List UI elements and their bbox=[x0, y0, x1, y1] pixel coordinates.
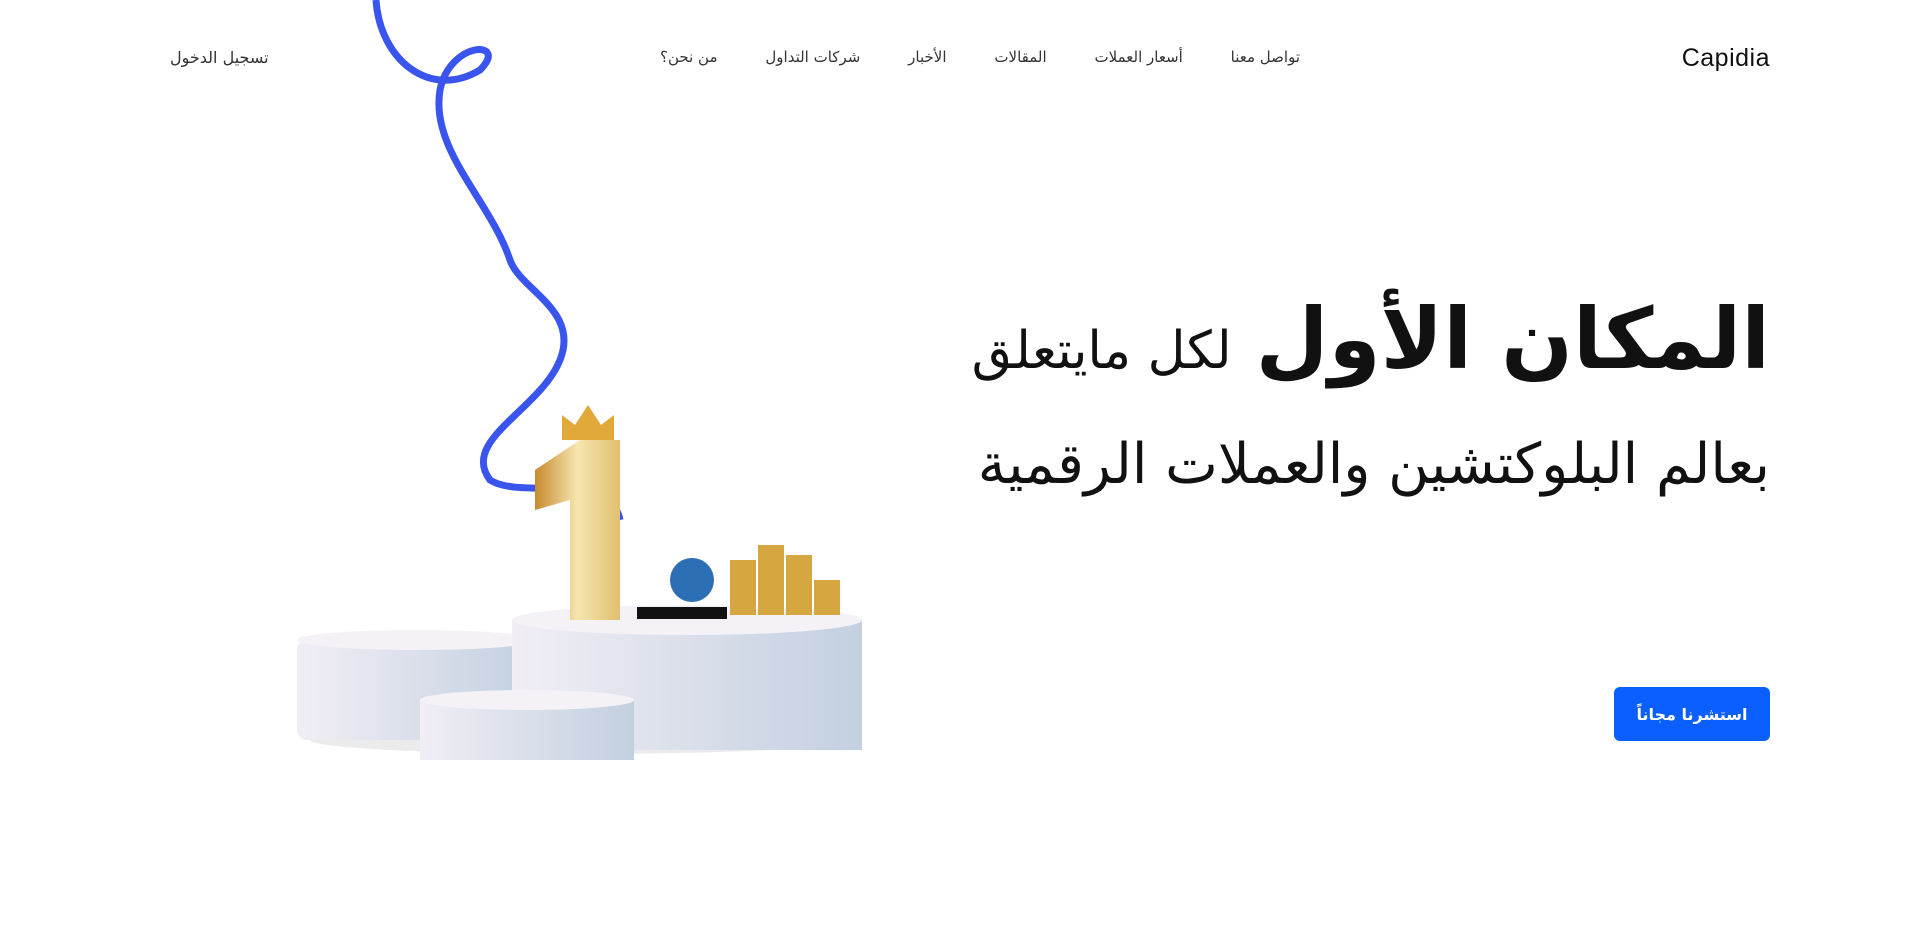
free-consultation-button[interactable]: استشرنا مجاناً bbox=[1614, 687, 1770, 741]
logo[interactable]: Capidia bbox=[1682, 44, 1770, 73]
number-one-trophy bbox=[535, 440, 620, 620]
hero-title: المكان الأول لكل مايتعلق bbox=[972, 290, 1770, 388]
hero-subtitle: بعالم البلوكتشين والعملات الرقمية bbox=[977, 432, 1770, 497]
crown-icon bbox=[562, 405, 614, 440]
hero-title-bold: المكان الأول bbox=[1255, 290, 1770, 388]
coin-stacks bbox=[730, 545, 840, 615]
hero-podium-illustration bbox=[297, 0, 862, 760]
nav-prices[interactable]: أسعار العملات bbox=[1095, 48, 1183, 66]
globe-icon bbox=[670, 558, 714, 602]
login-link[interactable]: تسجيل الدخول bbox=[170, 48, 269, 67]
nav-articles[interactable]: المقالات bbox=[994, 48, 1046, 66]
hero-title-light: لكل مايتعلق bbox=[971, 321, 1232, 381]
nav-contact[interactable]: تواصل معنا bbox=[1231, 48, 1300, 66]
